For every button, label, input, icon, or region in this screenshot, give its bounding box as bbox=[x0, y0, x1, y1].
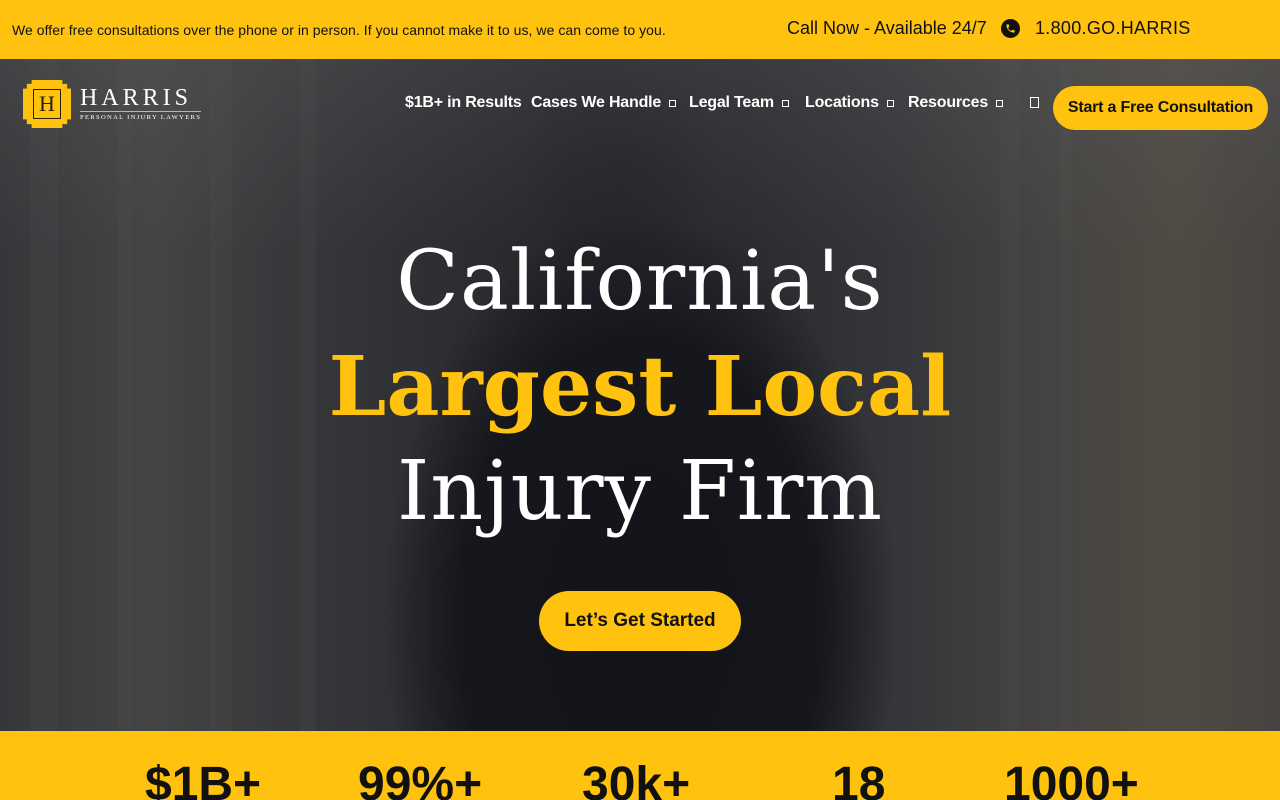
headline-line-2: Largest Local bbox=[328, 339, 952, 435]
headline-line-3: Injury Firm bbox=[396, 444, 884, 539]
nav-item-results[interactable]: $1B+ in Results bbox=[405, 94, 522, 112]
chevron-down-icon bbox=[996, 99, 1004, 107]
consultation-message: We offer free consultations over the pho… bbox=[12, 21, 666, 38]
nav-item-label: Cases We Handle bbox=[531, 94, 662, 111]
nav-item-label: $1B+ in Results bbox=[405, 94, 522, 111]
nav-item-label: Locations bbox=[805, 94, 879, 111]
call-now-label: Call Now - Available 24/7 bbox=[787, 18, 987, 38]
nav-item-label: Resources bbox=[908, 94, 989, 111]
phone-number-link[interactable]: 1.800.GO.HARRIS bbox=[1035, 18, 1191, 39]
stat-value: 30k+ bbox=[582, 758, 691, 800]
top-announcement-bar: We offer free consultations over the pho… bbox=[0, 0, 1280, 59]
search-icon[interactable] bbox=[1030, 97, 1039, 108]
stat-value: 18 bbox=[832, 758, 886, 800]
stat-value: 1000+ bbox=[1004, 758, 1139, 800]
chevron-down-icon bbox=[781, 99, 789, 107]
hero-headline: California's Largest Local Injury Firm bbox=[0, 232, 1280, 542]
stats-bar: $1B+ 99%+ 30k+ 18 1000+ bbox=[0, 731, 1280, 800]
headline-line-1: California's bbox=[396, 234, 884, 329]
chevron-down-icon bbox=[669, 99, 677, 107]
phone-icon bbox=[1001, 19, 1020, 38]
nav-item-legal-team[interactable]: Legal Team bbox=[689, 94, 789, 112]
stat-value: 99%+ bbox=[358, 758, 483, 800]
start-free-consultation-button[interactable]: Start a Free Consultation bbox=[1053, 86, 1268, 130]
chevron-down-icon bbox=[886, 99, 894, 107]
nav-item-label: Legal Team bbox=[689, 94, 774, 111]
get-started-button[interactable]: Let’s Get Started bbox=[539, 591, 741, 651]
nav-item-locations[interactable]: Locations bbox=[805, 94, 894, 112]
nav-item-resources[interactable]: Resources bbox=[908, 94, 1004, 112]
stat-value: $1B+ bbox=[145, 758, 262, 800]
nav-item-cases[interactable]: Cases We Handle bbox=[531, 94, 677, 112]
